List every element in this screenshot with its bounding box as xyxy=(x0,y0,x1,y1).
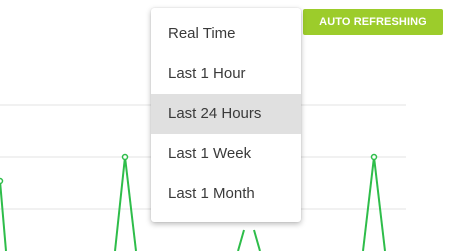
series-segment xyxy=(0,180,7,251)
menu-item-last-1-week[interactable]: Last 1 Week xyxy=(151,134,301,174)
series-segment xyxy=(114,156,126,251)
time-range-menu: Real Time Last 1 Hour Last 24 Hours Last… xyxy=(151,8,301,222)
menu-item-last-1-hour[interactable]: Last 1 Hour xyxy=(151,54,301,94)
series-segment xyxy=(373,156,386,251)
data-point xyxy=(0,177,4,185)
menu-item-last-24-hours[interactable]: Last 24 Hours xyxy=(151,94,301,134)
data-point xyxy=(121,153,129,161)
chart-panel: AUTO REFRESHING Real Time Last 1 Hour La… xyxy=(0,0,449,251)
auto-refresh-button[interactable]: AUTO REFRESHING xyxy=(303,9,443,35)
series-segment xyxy=(362,156,375,251)
menu-item-last-1-month[interactable]: Last 1 Month xyxy=(151,174,301,214)
menu-item-real-time[interactable]: Real Time xyxy=(151,14,301,54)
series-segment xyxy=(237,229,245,251)
series-segment xyxy=(253,229,261,251)
series-segment xyxy=(124,156,137,251)
data-point xyxy=(370,153,378,161)
